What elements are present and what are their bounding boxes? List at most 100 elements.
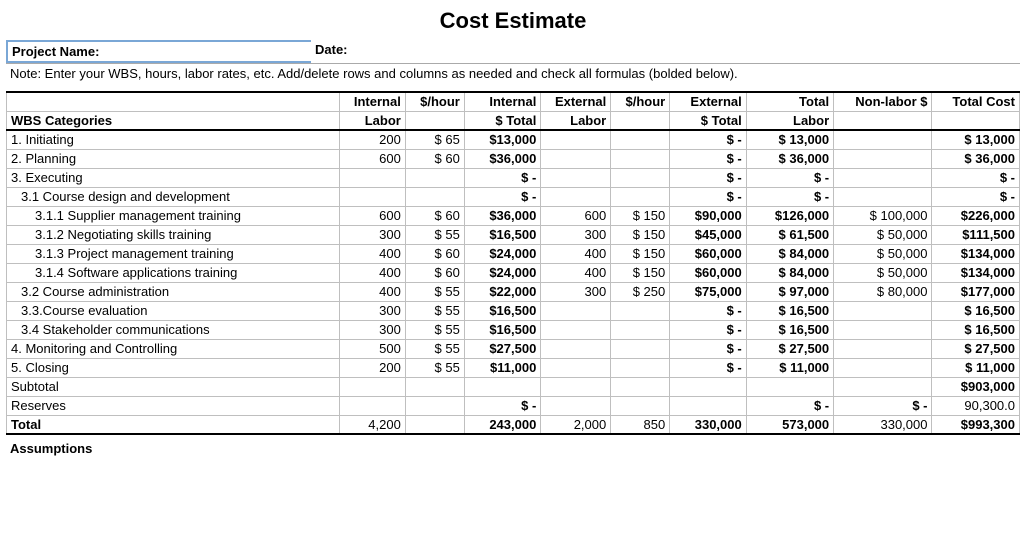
internal-rate: $ 60 — [405, 263, 464, 282]
internal-total: $16,500 — [464, 225, 540, 244]
wbs-name: 4. Monitoring and Controlling — [7, 339, 340, 358]
table-row[interactable]: 2. Planning600$ 60$36,000$ -$ 36,000$ 36… — [7, 149, 1020, 168]
internal-labor: 600 — [340, 206, 406, 225]
non-labor — [834, 149, 932, 168]
wbs-name: 3.1.2 Negotiating skills training — [7, 225, 340, 244]
external-rate: $ 150 — [611, 244, 670, 263]
non-labor: $ 50,000 — [834, 225, 932, 244]
external-total: $ - — [670, 320, 746, 339]
external-total: $ - — [670, 339, 746, 358]
wbs-name: 3.1.4 Software applications training — [7, 263, 340, 282]
wbs-name: 3.2 Course administration — [7, 282, 340, 301]
external-labor: 300 — [541, 282, 611, 301]
wbs-name: 3. Executing — [7, 168, 340, 187]
total-labor: $ 16,500 — [746, 301, 833, 320]
internal-rate: $ 55 — [405, 320, 464, 339]
table-row[interactable]: 1. Initiating200$ 65$13,000$ -$ 13,000$ … — [7, 130, 1020, 149]
internal-rate: $ 65 — [405, 130, 464, 149]
external-rate — [611, 168, 670, 187]
internal-labor: 400 — [340, 263, 406, 282]
table-row[interactable]: 3.1.3 Project management training400$ 60… — [7, 244, 1020, 263]
total-labor: $ 11,000 — [746, 358, 833, 377]
non-labor: $ 80,000 — [834, 282, 932, 301]
non-labor — [834, 301, 932, 320]
external-rate: $ 150 — [611, 263, 670, 282]
internal-total: $ - — [464, 187, 540, 206]
external-total: $90,000 — [670, 206, 746, 225]
internal-rate: $ 55 — [405, 225, 464, 244]
non-labor — [834, 130, 932, 149]
subtotal-row[interactable]: Subtotal $903,000 — [7, 377, 1020, 396]
internal-labor: 300 — [340, 225, 406, 244]
external-rate — [611, 130, 670, 149]
external-rate — [611, 301, 670, 320]
total-labor: $ 84,000 — [746, 244, 833, 263]
total-cost: $ - — [932, 168, 1020, 187]
table-row[interactable]: 5. Closing200$ 55$11,000$ -$ 11,000$ 11,… — [7, 358, 1020, 377]
internal-labor: 200 — [340, 130, 406, 149]
internal-labor: 400 — [340, 282, 406, 301]
total-cost: $111,500 — [932, 225, 1020, 244]
total-labor: $ 36,000 — [746, 149, 833, 168]
internal-rate — [405, 187, 464, 206]
table-row[interactable]: 3.4 Stakeholder communications300$ 55$16… — [7, 320, 1020, 339]
external-total: $75,000 — [670, 282, 746, 301]
wbs-name: 2. Planning — [7, 149, 340, 168]
external-total: $60,000 — [670, 263, 746, 282]
external-labor — [541, 339, 611, 358]
internal-labor: 500 — [340, 339, 406, 358]
internal-labor — [340, 187, 406, 206]
external-total: $ - — [670, 168, 746, 187]
external-labor: 400 — [541, 244, 611, 263]
external-total: $60,000 — [670, 244, 746, 263]
internal-labor: 300 — [340, 320, 406, 339]
total-labor: $ 13,000 — [746, 130, 833, 149]
internal-total: $22,000 — [464, 282, 540, 301]
project-name-label[interactable]: Project Name: — [6, 40, 311, 63]
internal-total: $24,000 — [464, 244, 540, 263]
wbs-name: 3.3.Course evaluation — [7, 301, 340, 320]
cost-table[interactable]: Internal $/hour Internal External $/hour… — [6, 91, 1020, 435]
header-row-2: WBS Categories Labor $ Total Labor $ Tot… — [7, 111, 1020, 130]
internal-total: $27,500 — [464, 339, 540, 358]
table-row[interactable]: 3.3.Course evaluation300$ 55$16,500$ -$ … — [7, 301, 1020, 320]
external-labor — [541, 320, 611, 339]
date-label[interactable]: Date: — [311, 40, 371, 63]
external-labor — [541, 301, 611, 320]
table-row[interactable]: 3.1.1 Supplier management training600$ 6… — [7, 206, 1020, 225]
reserves-row[interactable]: Reserves $ - $ - $ - 90,300.0 — [7, 396, 1020, 415]
total-row[interactable]: Total 4,200 243,000 2,000 850 330,000 57… — [7, 415, 1020, 434]
internal-total: $36,000 — [464, 149, 540, 168]
internal-total: $16,500 — [464, 320, 540, 339]
non-labor — [834, 358, 932, 377]
external-total: $ - — [670, 187, 746, 206]
non-labor — [834, 320, 932, 339]
external-labor: 600 — [541, 206, 611, 225]
total-cost: $ 11,000 — [932, 358, 1020, 377]
table-row[interactable]: 3.2 Course administration400$ 55$22,0003… — [7, 282, 1020, 301]
total-cost: $ 27,500 — [932, 339, 1020, 358]
table-row[interactable]: 3.1.4 Software applications training400$… — [7, 263, 1020, 282]
internal-rate: $ 55 — [405, 339, 464, 358]
internal-labor: 300 — [340, 301, 406, 320]
table-row[interactable]: 4. Monitoring and Controlling500$ 55$27,… — [7, 339, 1020, 358]
total-labor: $ 61,500 — [746, 225, 833, 244]
external-rate: $ 250 — [611, 282, 670, 301]
spreadsheet: Cost Estimate Project Name: Date: Note: … — [0, 0, 1026, 466]
total-labor: $ - — [746, 187, 833, 206]
wbs-name: 3.4 Stakeholder communications — [7, 320, 340, 339]
internal-total: $13,000 — [464, 130, 540, 149]
internal-rate: $ 55 — [405, 301, 464, 320]
total-cost: $ 36,000 — [932, 149, 1020, 168]
external-total: $45,000 — [670, 225, 746, 244]
internal-labor: 200 — [340, 358, 406, 377]
non-labor — [834, 168, 932, 187]
table-row[interactable]: 3.1.2 Negotiating skills training300$ 55… — [7, 225, 1020, 244]
external-labor: 300 — [541, 225, 611, 244]
wbs-name: 1. Initiating — [7, 130, 340, 149]
total-cost: $ 13,000 — [932, 130, 1020, 149]
internal-labor: 400 — [340, 244, 406, 263]
table-row[interactable]: 3. Executing$ -$ -$ -$ - — [7, 168, 1020, 187]
table-row[interactable]: 3.1 Course design and development$ -$ -$… — [7, 187, 1020, 206]
total-cost: $ - — [932, 187, 1020, 206]
